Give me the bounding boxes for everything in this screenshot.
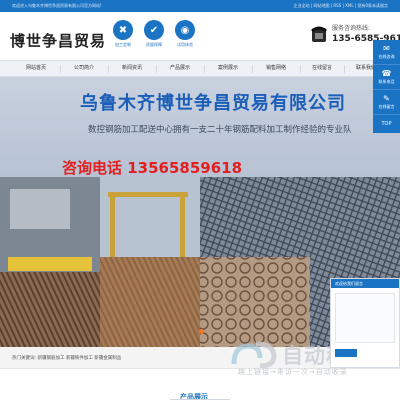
- nav-divider: [204, 65, 205, 73]
- banner-title: 乌鲁木齐博世争昌贸易有限公司: [80, 93, 346, 114]
- nav-divider: [156, 65, 157, 73]
- feature-item-trial[interactable]: ◉ 试用体验: [174, 20, 196, 48]
- telephone-icon: [311, 26, 327, 42]
- feature-label: 质量保障: [146, 42, 162, 47]
- shield-icon: ✔: [144, 20, 164, 40]
- carousel-dot[interactable]: [199, 329, 204, 334]
- banner-description: 数控钢筋加工配送中心拥有一支二十年钢筋配料加工制作经验的专业队: [88, 125, 352, 135]
- experience-icon: ◉: [175, 20, 195, 40]
- nav-item-message[interactable]: 在线留言: [306, 61, 338, 76]
- tools-icon: ✖: [113, 20, 133, 40]
- back-to-top-button[interactable]: TOP: [373, 115, 400, 133]
- banner-phone: 咨询电话 13565859618: [62, 159, 243, 177]
- welcome-text: 欢迎进入乌鲁木齐博世争昌贸易有限公司官方网站!: [12, 3, 102, 8]
- float-label: 在线留言: [378, 104, 395, 109]
- message-popup: 欢迎给我们留言: [330, 278, 400, 368]
- feature-list: ✖ 加工定制 ✔ 质量保障 ◉ 试用体验: [112, 20, 196, 48]
- message-textarea[interactable]: [335, 293, 395, 343]
- feature-item-custom[interactable]: ✖ 加工定制: [112, 20, 134, 48]
- main-nav: 网站首页 公司简介 新闻资讯 产品展示 案例展示 销售网络 在线留言 联系我们: [0, 60, 400, 77]
- nav-divider: [108, 65, 109, 73]
- top-bar: 欢迎进入乌鲁木齐博世争昌贸易有限公司官方网站! 企业全站 | 网站地图 | RS…: [0, 0, 400, 12]
- float-label: 在线咨询: [378, 54, 395, 59]
- nav-item-cases[interactable]: 案例展示: [212, 61, 244, 76]
- chat-icon: ✉: [383, 44, 390, 53]
- nav-item-about[interactable]: 公司简介: [68, 61, 100, 76]
- float-phone[interactable]: ☎ 联系电话: [373, 65, 400, 90]
- feature-item-quality[interactable]: ✔ 质量保障: [143, 20, 165, 48]
- float-label: 联系电话: [378, 79, 395, 84]
- floating-sidebar: ✉ 在线咨询 ☎ 联系电话 ✎ 在线留言 TOP: [373, 40, 400, 133]
- nav-divider: [60, 65, 61, 73]
- nav-divider: [252, 65, 253, 73]
- nav-item-news[interactable]: 新闻资讯: [116, 61, 148, 76]
- float-online-consult[interactable]: ✉ 在线咨询: [373, 40, 400, 65]
- hot-keywords-line[interactable]: 热门关键词: 新疆钢筋加工 新疆铁件加工 新疆金属制品: [12, 355, 121, 361]
- phone-icon: ☎: [381, 69, 392, 78]
- float-message[interactable]: ✎ 在线留言: [373, 90, 400, 115]
- nav-divider: [344, 65, 345, 73]
- nav-item-sales[interactable]: 销售网络: [260, 61, 292, 76]
- nav-item-home[interactable]: 网站首页: [20, 61, 52, 76]
- site-logo[interactable]: 博世争昌贸易: [10, 30, 106, 51]
- hotline-label: 服务咨询热线:: [332, 25, 371, 32]
- message-submit-button[interactable]: [335, 349, 357, 357]
- edit-icon: ✎: [383, 94, 390, 103]
- top-links[interactable]: 企业全站 | 网站地图 | RSS | XML | 您有0条未读留言: [294, 3, 388, 9]
- nav-item-products[interactable]: 产品展示: [164, 61, 196, 76]
- header: 博世争昌贸易 ✖ 加工定制 ✔ 质量保障 ◉ 试用体验 服务咨询热线: 135-…: [0, 12, 400, 60]
- feature-label: 加工定制: [115, 42, 131, 47]
- message-popup-header[interactable]: 欢迎给我们留言: [331, 279, 399, 288]
- nav-divider: [300, 65, 301, 73]
- feature-label: 试用体验: [177, 42, 193, 47]
